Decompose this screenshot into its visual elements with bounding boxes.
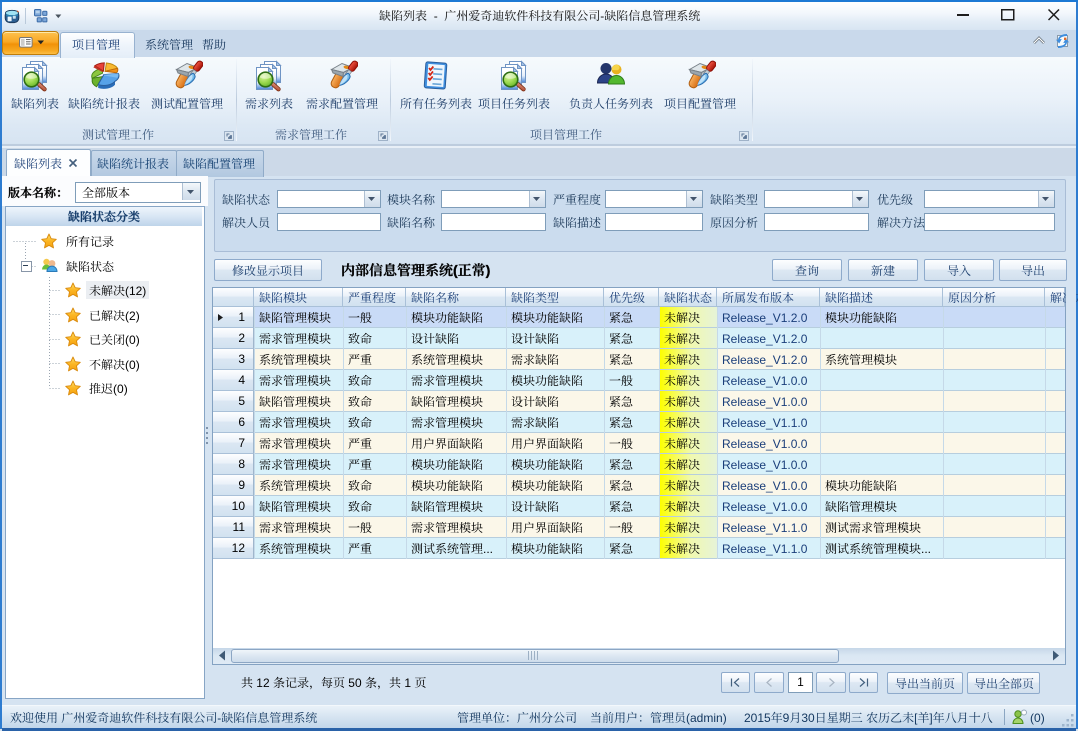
svg-text:(0): (0) (125, 333, 140, 347)
svg-text:12: 12 (256, 676, 270, 690)
svg-text:50: 50 (348, 676, 362, 690)
svg-text:2015: 2015 (744, 711, 771, 725)
svg-text:(0): (0) (1030, 711, 1045, 725)
svg-text:-: - (601, 9, 605, 23)
svg-text:(0): (0) (125, 358, 140, 372)
svg-text:(12): (12) (125, 284, 146, 298)
svg-text:1: 1 (404, 676, 411, 690)
svg-text:[: [ (914, 711, 918, 725)
svg-text:(admin): (admin) (686, 711, 727, 725)
svg-text:-: - (217, 711, 221, 725)
svg-text:-: - (434, 9, 438, 23)
svg-text:): ) (486, 262, 491, 278)
svg-text:(0): (0) (113, 382, 128, 396)
svg-text:30: 30 (801, 711, 815, 725)
svg-text:(2): (2) (125, 309, 140, 323)
svg-text:9: 9 (783, 711, 790, 725)
svg-text:]: ] (929, 711, 932, 725)
svg-text:(: ( (453, 262, 458, 278)
